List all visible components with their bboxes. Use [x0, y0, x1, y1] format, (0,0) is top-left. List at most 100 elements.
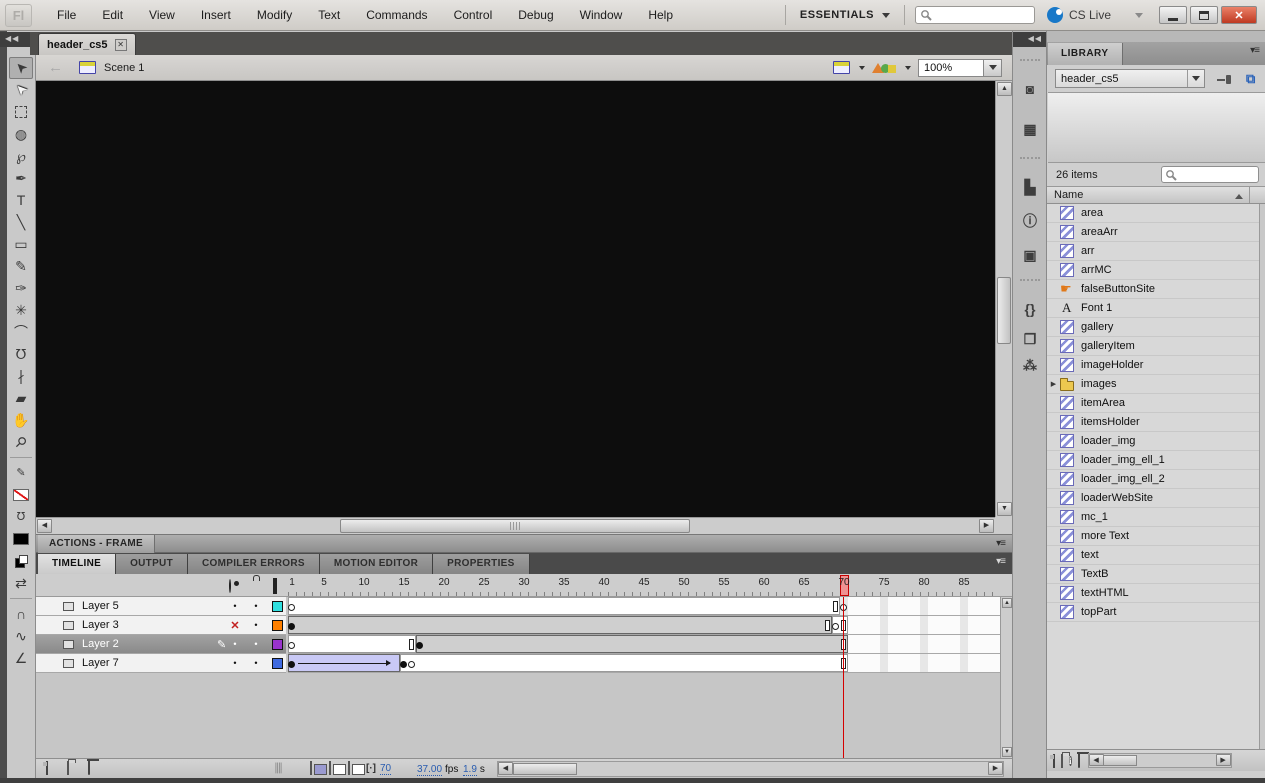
code-snippets-panel-icon[interactable]: {} [1020, 299, 1040, 319]
library-item[interactable]: loader_img_ell_1 [1047, 451, 1259, 470]
library-item[interactable]: loader_img [1047, 432, 1259, 451]
library-item[interactable]: imageHolder [1047, 356, 1259, 375]
layer-lock-toggle[interactable]: • [249, 620, 263, 630]
menu-window[interactable]: Window [567, 3, 636, 27]
vertical-scroll-thumb[interactable] [997, 277, 1011, 344]
library-column-header[interactable]: Name [1047, 186, 1265, 204]
back-arrow-icon[interactable]: ← [48, 59, 63, 76]
keyframe-marker[interactable] [288, 623, 295, 630]
text-tool[interactable]: T [9, 189, 33, 211]
line-tool[interactable]: ╲ [9, 211, 33, 233]
library-horizontal-scrollbar[interactable]: ◀ ▶ [1088, 753, 1232, 768]
library-item[interactable]: TextB [1047, 565, 1259, 584]
new-layer-button[interactable] [46, 762, 48, 774]
library-item-list[interactable]: areaareaArrarrarrMCfalseButtonSiteFont 1… [1047, 204, 1259, 749]
actions-panel-bar[interactable]: ACTIONS - FRAME ▾≡ [36, 534, 1012, 553]
tab-timeline[interactable]: TIMELINE [38, 554, 116, 574]
layer-visibility-toggle[interactable]: • [228, 658, 242, 668]
stroke-color-swatch[interactable] [9, 484, 33, 506]
library-search-input[interactable] [1179, 169, 1257, 181]
keyframe-marker[interactable] [288, 661, 295, 668]
edit-multiple-frames-button[interactable] [348, 762, 350, 774]
frame-end-marker[interactable] [409, 639, 414, 650]
menu-debug[interactable]: Debug [505, 3, 566, 27]
eraser-tool[interactable]: ▰ [9, 387, 33, 409]
frame-end-marker[interactable] [825, 620, 830, 631]
layer-visibility-toggle[interactable]: ✕ [228, 619, 242, 632]
library-item[interactable]: more Text [1047, 527, 1259, 546]
onion-skin-button[interactable] [310, 762, 312, 774]
rectangle-tool[interactable]: ▭ [9, 233, 33, 255]
library-item[interactable]: topPart [1047, 603, 1259, 622]
lasso-tool[interactable]: ℘ [9, 145, 33, 167]
scroll-up-button[interactable]: ▲ [997, 82, 1012, 96]
library-item[interactable]: text [1047, 546, 1259, 565]
stage-canvas[interactable] [36, 81, 995, 517]
maximize-button[interactable] [1190, 6, 1218, 24]
frame-rate-value[interactable]: 37.00fps [417, 763, 458, 775]
library-item[interactable]: loader_img_ell_2 [1047, 470, 1259, 489]
menu-edit[interactable]: Edit [89, 3, 136, 27]
panel-menu-icon[interactable]: ▾≡ [1250, 45, 1259, 56]
current-frame-value[interactable]: 70 [380, 763, 391, 775]
eyedropper-tool[interactable]: ∤ [9, 365, 33, 387]
library-item[interactable]: ▶images [1047, 375, 1259, 394]
stroke-color-control[interactable]: ✎ [9, 462, 33, 484]
chevron-down-icon[interactable] [1135, 13, 1143, 18]
menu-help[interactable]: Help [635, 3, 686, 27]
pencil-tool[interactable]: ✎ [9, 255, 33, 277]
close-document-icon[interactable]: ✕ [115, 39, 127, 51]
pen-tool[interactable]: ✒ [9, 167, 33, 189]
layer-outline-color-swatch[interactable] [272, 658, 283, 669]
library-item[interactable]: textHTML [1047, 584, 1259, 603]
tab-motion-editor[interactable]: MOTION EDITOR [320, 554, 433, 574]
collapse-left-dock-button[interactable]: ◀◀ [0, 32, 30, 47]
empty-keyframe-marker[interactable] [288, 604, 295, 611]
search-input[interactable] [934, 9, 1028, 21]
transform-panel-icon[interactable]: ▣ [1020, 245, 1040, 265]
timeline-vertical-scrollbar[interactable]: ▲ ▼ [1000, 597, 1012, 758]
layer-outline-color-swatch[interactable] [272, 620, 283, 631]
empty-keyframe-marker[interactable] [408, 661, 415, 668]
color-panel-icon[interactable]: ◙ [1020, 79, 1040, 99]
modify-markers-button[interactable]: [·] [366, 763, 376, 774]
menu-text[interactable]: Text [305, 3, 353, 27]
empty-keyframe-marker[interactable] [832, 623, 839, 630]
horizontal-scroll-thumb[interactable] [340, 519, 690, 533]
delete-layer-button[interactable] [88, 762, 90, 774]
tab-properties[interactable]: PROPERTIES [433, 554, 529, 574]
delete-item-button[interactable] [1078, 755, 1080, 767]
library-item[interactable]: itemArea [1047, 394, 1259, 413]
subselection-tool[interactable]: ➤ [9, 79, 33, 101]
scroll-left-button[interactable]: ◀ [1089, 754, 1104, 766]
new-library-panel-icon[interactable]: ⧉ [1246, 71, 1255, 87]
layer-lock-toggle[interactable]: • [249, 601, 263, 611]
new-symbol-button[interactable] [1053, 755, 1055, 767]
app-search-box[interactable] [915, 6, 1035, 24]
motion-presets-panel-icon[interactable]: ⁂ [1020, 355, 1040, 375]
library-item[interactable]: gallery [1047, 318, 1259, 337]
empty-keyframe-marker[interactable] [288, 642, 295, 649]
item-properties-button[interactable]: i [1069, 755, 1072, 767]
layer-visibility-toggle[interactable]: • [228, 601, 242, 611]
menu-control[interactable]: Control [441, 3, 506, 27]
library-item[interactable]: area [1047, 204, 1259, 223]
info-panel-icon[interactable]: ⓘ [1020, 211, 1040, 231]
hand-tool[interactable]: ✋ [9, 409, 33, 431]
new-folder-button[interactable] [67, 762, 69, 774]
scroll-left-button[interactable]: ◀ [498, 762, 513, 775]
edit-scene-icon[interactable] [833, 61, 850, 74]
playhead-line[interactable] [843, 597, 844, 758]
align-panel-icon[interactable]: ▙ [1020, 177, 1040, 197]
library-item[interactable]: itemsHolder [1047, 413, 1259, 432]
sort-ascending-icon[interactable] [1235, 194, 1243, 199]
layer-visibility-toggle[interactable]: • [228, 639, 242, 649]
horizontal-scroll-thumb[interactable] [513, 763, 577, 775]
pin-library-icon[interactable] [1217, 72, 1232, 86]
bone-tool[interactable]: ⌒ [9, 321, 33, 343]
edit-symbols-icon[interactable] [872, 63, 896, 73]
empty-frame-span[interactable] [288, 597, 840, 615]
paint-bucket-tool[interactable]: ℧ [9, 343, 33, 365]
cs-live-button[interactable]: CS Live [1047, 7, 1143, 23]
stage-vertical-scrollbar[interactable]: ▲ ▼ [995, 81, 1012, 517]
